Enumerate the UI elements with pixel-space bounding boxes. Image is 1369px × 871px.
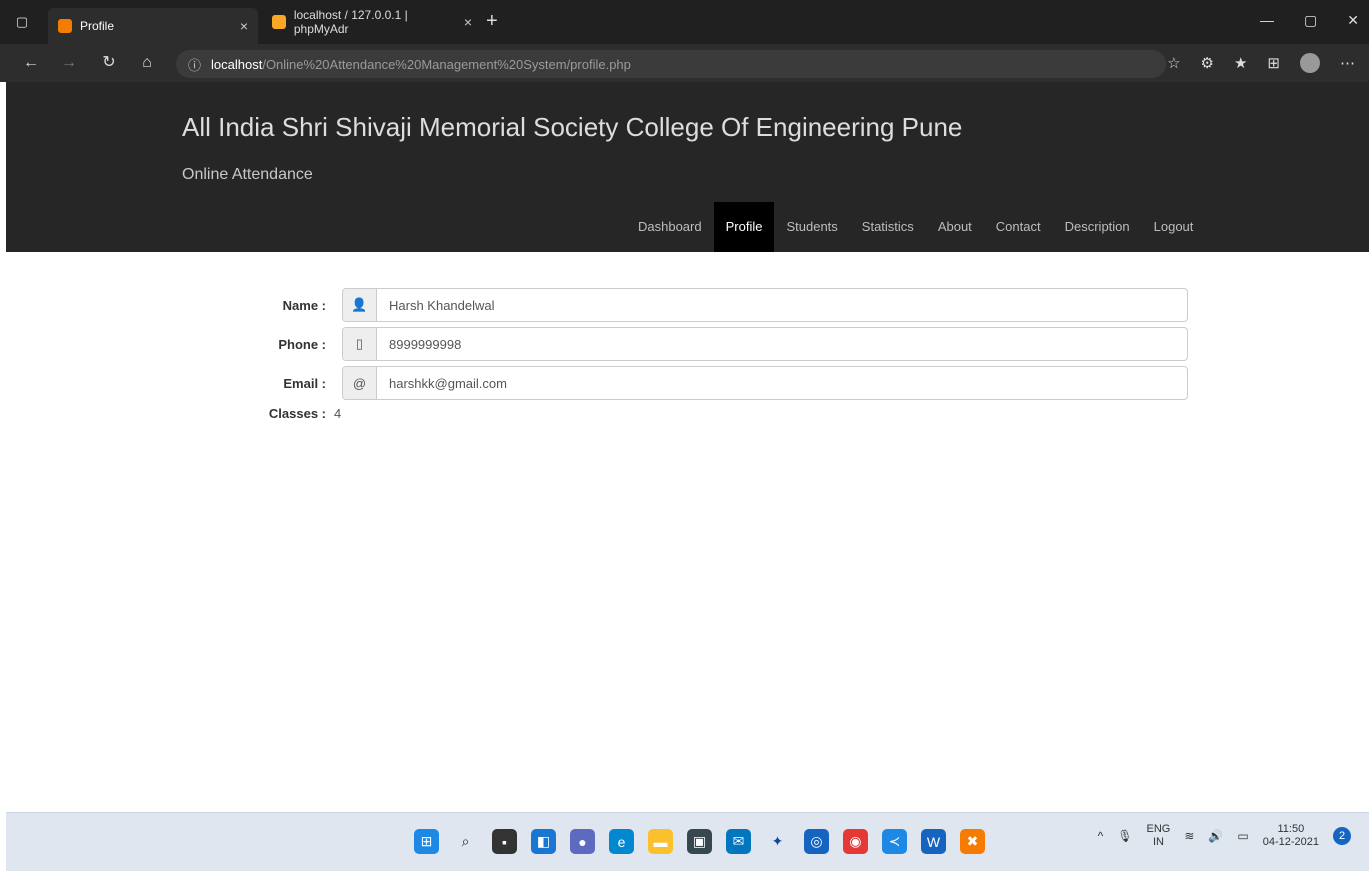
profile-form: Name : 👤 Harsh Khandelwal Phone : ▯ 8999…	[0, 252, 1369, 812]
user-icon: 👤	[343, 289, 377, 321]
tab-title: localhost / 127.0.0.1 | phpMyAdr	[293, 8, 408, 36]
collections-icon[interactable]: ⊞	[1267, 54, 1280, 72]
battery-icon[interactable]: ▭	[1237, 829, 1248, 843]
name-value[interactable]: Harsh Khandelwal	[377, 289, 1187, 321]
new-tab-button[interactable]: +	[486, 10, 498, 33]
clock[interactable]: 11:50 04-12-2021	[1263, 823, 1319, 849]
window-controls: — ▢ ✕	[1260, 12, 1359, 29]
nav-profile[interactable]: Profile	[713, 202, 775, 252]
name-label: Name :	[282, 297, 326, 313]
outlook-icon[interactable]: ◎	[804, 829, 829, 854]
back-icon[interactable]: ←	[20, 52, 42, 74]
close-window-icon[interactable]: ✕	[1347, 12, 1359, 29]
phone-row: Phone : ▯ 8999999998	[236, 327, 1188, 361]
url-host: localhost	[211, 56, 263, 72]
site-info-icon[interactable]: ⓘ	[188, 55, 201, 74]
toolbar-actions: ☆ ⚙ ★ ⊞ ⋯	[1167, 53, 1355, 73]
page-title: All India Shri Shivaji Memorial Society …	[182, 112, 963, 142]
home-icon[interactable]: ⌂	[136, 52, 158, 74]
tab-profile[interactable]: Profile ×	[48, 8, 258, 44]
chat-icon[interactable]: ●	[570, 829, 595, 854]
microphone-icon[interactable]: 🎙	[1117, 829, 1132, 843]
nav-description[interactable]: Description	[1053, 202, 1142, 252]
email-value[interactable]: harshkk@gmail.com	[377, 367, 1187, 399]
xampp-favicon-icon	[58, 19, 72, 33]
tab-close-icon[interactable]: ×	[464, 14, 472, 30]
volume-icon[interactable]: 🔊	[1208, 829, 1223, 843]
maximize-icon[interactable]: ▢	[1304, 12, 1317, 29]
chrome-icon[interactable]: ◉	[843, 829, 868, 854]
email-label: Email :	[283, 375, 326, 391]
start-icon[interactable]: ⊞	[414, 829, 439, 854]
system-tray: ^ 🎙 ENG IN ≋ 🔊 ▭ 11:50 04-12-2021 2	[1098, 823, 1351, 849]
xampp-icon[interactable]: ✖	[960, 829, 985, 854]
tab-close-icon[interactable]: ×	[240, 18, 248, 34]
windows-taskbar: ⊞ ⌕ ▪ ◧ ● e ▬ ▣ ✉ ✦ ◎ ◉ ≺ W ✖ ^ 🎙 ENG IN…	[6, 812, 1369, 871]
classes-label: Classes :	[268, 406, 326, 421]
file-explorer-icon[interactable]: ▬	[648, 829, 673, 854]
dropbox-icon[interactable]: ✦	[765, 829, 790, 854]
extensions-icon[interactable]: ⚙	[1201, 54, 1214, 72]
more-icon[interactable]: ⋯	[1340, 54, 1355, 72]
classes-value: 4	[334, 406, 342, 421]
chevron-up-icon[interactable]: ^	[1098, 829, 1104, 843]
phone-value[interactable]: 8999999998	[377, 328, 1187, 360]
widgets-icon[interactable]: ◧	[531, 829, 556, 854]
favorite-add-icon[interactable]: ☆	[1167, 54, 1180, 72]
minimize-icon[interactable]: —	[1260, 12, 1274, 29]
vscode-icon[interactable]: ≺	[882, 829, 907, 854]
tab-phpmyadmin[interactable]: localhost / 127.0.0.1 | phpMyAdr ×	[262, 8, 482, 36]
url-path: /Online%20Attendance%20Management%20Syst…	[262, 56, 631, 72]
nav-dashboard[interactable]: Dashboard	[626, 202, 714, 252]
wifi-icon[interactable]: ≋	[1184, 829, 1194, 843]
taskbar-apps: ⊞ ⌕ ▪ ◧ ● e ▬ ▣ ✉ ✦ ◎ ◉ ≺ W ✖	[414, 829, 985, 854]
at-icon: @	[343, 367, 377, 399]
name-row: Name : 👤 Harsh Khandelwal	[236, 288, 1188, 322]
mail-icon[interactable]: ✉	[726, 829, 751, 854]
nav-contact[interactable]: Contact	[984, 202, 1053, 252]
tab-actions-icon[interactable]: ▢	[12, 12, 32, 32]
task-view-icon[interactable]: ▪	[492, 829, 517, 854]
search-icon[interactable]: ⌕	[453, 829, 478, 854]
edge-icon[interactable]: e	[609, 829, 634, 854]
phpmyadmin-favicon-icon	[272, 15, 286, 29]
name-field[interactable]: 👤 Harsh Khandelwal	[342, 288, 1188, 322]
refresh-icon[interactable]: ↻	[98, 52, 120, 74]
store-icon[interactable]: ▣	[687, 829, 712, 854]
language-indicator[interactable]: ENG IN	[1147, 823, 1171, 849]
site-header: All India Shri Shivaji Memorial Society …	[6, 82, 1369, 252]
email-field[interactable]: @ harshkk@gmail.com	[342, 366, 1188, 400]
forward-icon[interactable]: →	[58, 52, 80, 74]
phone-label: Phone :	[278, 336, 326, 352]
address-bar[interactable]: ⓘ localhost/Online%20Attendance%20Manage…	[176, 50, 1166, 78]
browser-toolbar: ← → ↻ ⌂ ⓘ localhost/Online%20Attendance%…	[0, 44, 1369, 82]
tab-title: Profile	[80, 19, 115, 33]
nav-students[interactable]: Students	[774, 202, 849, 252]
browser-tabbar: ▢ Profile × localhost / 127.0.0.1 | phpM…	[0, 0, 1369, 44]
nav-about[interactable]: About	[926, 202, 984, 252]
classes-row: Classes : 4	[236, 406, 341, 421]
word-icon[interactable]: W	[921, 829, 946, 854]
main-nav: Dashboard Profile Students Statistics Ab…	[626, 202, 1205, 252]
phone-field[interactable]: ▯ 8999999998	[342, 327, 1188, 361]
profile-avatar-icon[interactable]	[1300, 53, 1320, 73]
phone-icon: ▯	[343, 328, 377, 360]
notification-badge[interactable]: 2	[1333, 827, 1351, 845]
nav-statistics[interactable]: Statistics	[850, 202, 926, 252]
favorites-icon[interactable]: ★	[1234, 54, 1247, 72]
nav-logout[interactable]: Logout	[1142, 202, 1206, 252]
page-subtitle: Online Attendance	[182, 166, 313, 183]
email-row: Email : @ harshkk@gmail.com	[236, 366, 1188, 400]
